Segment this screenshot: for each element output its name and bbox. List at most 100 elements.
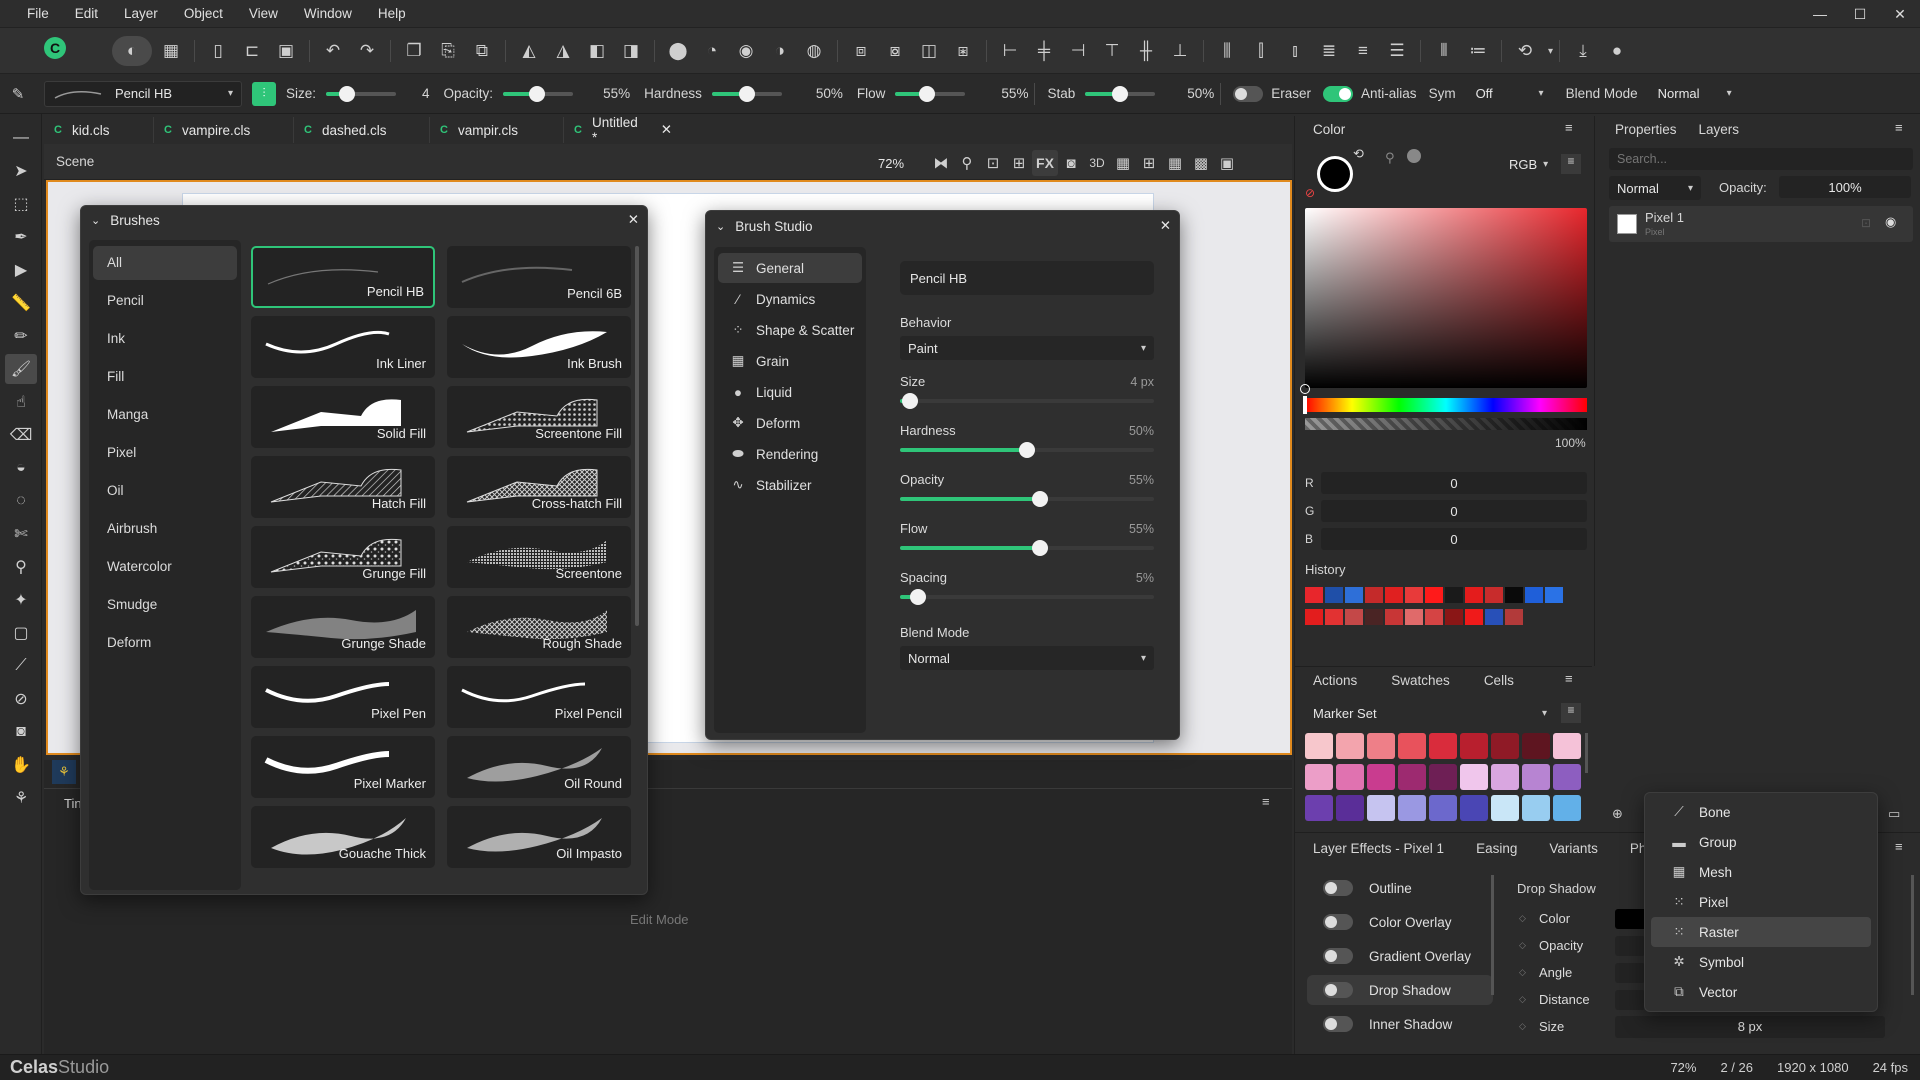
shadow-angle-field[interactable] xyxy=(1615,962,1645,983)
brush-cross-hatch-fill[interactable]: Cross-hatch Fill xyxy=(447,456,631,518)
select-mode-icon[interactable]: ◐ xyxy=(112,36,152,66)
align-top-icon[interactable]: ⊤ xyxy=(1097,36,1127,66)
close-window-icon[interactable]: ✕ xyxy=(1880,0,1920,28)
3d-toggle[interactable]: 3D xyxy=(1084,150,1110,176)
menu-help[interactable]: Help xyxy=(365,0,419,28)
category-pencil[interactable]: Pencil xyxy=(93,284,237,318)
history-swatch[interactable] xyxy=(1545,587,1563,603)
timeline-menu-icon[interactable]: ≡ xyxy=(1262,794,1270,809)
copy-icon[interactable]: ❐ xyxy=(399,36,429,66)
history-swatch[interactable] xyxy=(1505,587,1523,603)
r-field[interactable]: 0 xyxy=(1321,472,1587,494)
pencil-tool-icon[interactable]: ✏ xyxy=(5,321,37,351)
tab-cells[interactable]: Cells xyxy=(1484,673,1514,688)
effect-gradient-overlay[interactable]: Gradient Overlay xyxy=(1307,941,1493,971)
tab-swatches[interactable]: Swatches xyxy=(1391,673,1450,688)
smudge-tool-icon[interactable]: ☝ xyxy=(5,387,37,417)
align-center-icon[interactable]: ╪ xyxy=(1029,36,1059,66)
open-folder-icon[interactable]: ⊏ xyxy=(237,36,267,66)
history-swatch[interactable] xyxy=(1305,609,1323,625)
menu-window[interactable]: Window xyxy=(291,0,365,28)
maximize-icon[interactable]: ☐ xyxy=(1840,0,1880,28)
boolean-intersect-icon[interactable]: ◉ xyxy=(731,36,761,66)
color-panel-menu-icon[interactable]: ≡ xyxy=(1565,120,1573,135)
alpha-slider[interactable] xyxy=(1305,418,1587,430)
marker-swatch[interactable] xyxy=(1491,733,1519,759)
marker-swatch[interactable] xyxy=(1398,733,1426,759)
effect-inner-shadow[interactable]: Inner Shadow xyxy=(1307,1009,1493,1039)
distribute-h-icon[interactable]: ⫼ xyxy=(1212,36,1242,66)
studio-hardness-slider[interactable] xyxy=(900,442,1154,458)
marker-swatch[interactable] xyxy=(1429,764,1457,790)
eraser-tool-icon[interactable]: ⌫ xyxy=(5,420,37,450)
studio-opacity-slider[interactable] xyxy=(900,491,1154,507)
menu-layer[interactable]: Layer xyxy=(111,0,171,28)
fill-tool-icon[interactable]: ◒ xyxy=(5,453,37,483)
menu-item-pixel[interactable]: ⁙ Pixel xyxy=(1651,887,1871,917)
boolean-xor-icon[interactable]: ◑ xyxy=(765,36,795,66)
color-field[interactable] xyxy=(1305,208,1587,388)
export-icon[interactable]: ⤓ xyxy=(1568,36,1598,66)
tab-vampire[interactable]: Cvampire.cls xyxy=(154,117,294,143)
marker-swatch[interactable] xyxy=(1429,795,1457,821)
distribute-top-icon[interactable]: ≣ xyxy=(1314,36,1344,66)
wand-tool-icon[interactable]: ✦ xyxy=(5,585,37,615)
marker-swatch[interactable] xyxy=(1522,733,1550,759)
fx-toggle[interactable]: FX xyxy=(1032,150,1058,176)
category-oil[interactable]: Oil xyxy=(93,474,237,508)
marker-swatch[interactable] xyxy=(1336,795,1364,821)
marker-swatch[interactable] xyxy=(1553,764,1581,790)
brush-gouache-thick[interactable]: Gouache Thick xyxy=(251,806,435,868)
paste-icon[interactable]: ⎘ xyxy=(433,36,463,66)
category-pixel[interactable]: Pixel xyxy=(93,436,237,470)
lock-icon[interactable]: ⊡ xyxy=(1861,216,1871,230)
fit-icon[interactable]: ⊞ xyxy=(1006,150,1032,176)
hue-slider[interactable] xyxy=(1305,398,1587,412)
collapse-icon[interactable]: ⌄ xyxy=(91,214,100,227)
color-overlay-toggle[interactable] xyxy=(1323,914,1353,930)
marker-swatch[interactable] xyxy=(1336,764,1364,790)
close-tab-icon[interactable]: ✕ xyxy=(661,122,672,138)
marker-swatch[interactable] xyxy=(1336,733,1364,759)
duplicate-icon[interactable]: ⧉ xyxy=(467,36,497,66)
shadow-size-field[interactable]: 8 px xyxy=(1615,1015,1885,1038)
layer-blend-dropdown[interactable]: Normal ▾ xyxy=(1609,176,1701,200)
history-swatch[interactable] xyxy=(1525,587,1543,603)
brush-pixel-pencil[interactable]: Pixel Pencil xyxy=(447,666,631,728)
behavior-dropdown[interactable]: Paint ▾ xyxy=(900,336,1154,360)
studio-flow-slider[interactable] xyxy=(900,540,1154,556)
history-swatch[interactable] xyxy=(1465,609,1483,625)
menu-view[interactable]: View xyxy=(236,0,291,28)
flip-horizontal-icon[interactable]: ◭ xyxy=(514,36,544,66)
category-watercolor[interactable]: Watercolor xyxy=(93,550,237,584)
brush-pencil-6b[interactable]: Pencil 6B xyxy=(447,246,631,308)
marker-swatch[interactable] xyxy=(1491,764,1519,790)
color-wheel-icon[interactable] xyxy=(1407,149,1421,163)
tab-layer-effects[interactable]: Layer Effects - Pixel 1 xyxy=(1313,841,1444,856)
tab-vampir[interactable]: Cvampir.cls xyxy=(430,117,564,143)
antialias-toggle[interactable] xyxy=(1323,85,1354,102)
history-swatch[interactable] xyxy=(1385,609,1403,625)
nav-stabilizer[interactable]: ∿ Stabilizer xyxy=(718,470,862,500)
grid-alt-icon[interactable]: ▦ xyxy=(1162,150,1188,176)
bandage-tool-icon[interactable]: ⊘ xyxy=(5,684,37,714)
history-swatch[interactable] xyxy=(1305,587,1323,603)
history-swatch[interactable] xyxy=(1445,609,1463,625)
direct-select-icon[interactable]: ▶ xyxy=(5,255,37,285)
swatches-scrollbar[interactable] xyxy=(1585,733,1588,773)
effects-detail-scrollbar[interactable] xyxy=(1911,875,1914,995)
frame-icon[interactable]: ▣ xyxy=(1214,150,1240,176)
onion-skin-icon[interactable]: ⧓ xyxy=(928,150,954,176)
ruler-tool-icon[interactable]: 📏 xyxy=(5,288,37,318)
hue-slider-handle[interactable] xyxy=(1303,396,1307,414)
distribute-bottom-icon[interactable]: ☰ xyxy=(1382,36,1412,66)
transform-tool-icon[interactable]: ⬚ xyxy=(5,189,37,219)
flip-vertical-icon[interactable]: ◮ xyxy=(548,36,578,66)
add-layer-icon[interactable]: ⊕ xyxy=(1612,806,1623,822)
brush-solid-fill[interactable]: Solid Fill xyxy=(251,386,435,448)
history-swatch[interactable] xyxy=(1425,609,1443,625)
hardness-slider[interactable] xyxy=(711,85,782,102)
eyedropper-tool-icon[interactable]: ⚲ xyxy=(5,552,37,582)
category-ink[interactable]: Ink xyxy=(93,322,237,356)
shadow-distance-field[interactable] xyxy=(1615,989,1645,1010)
